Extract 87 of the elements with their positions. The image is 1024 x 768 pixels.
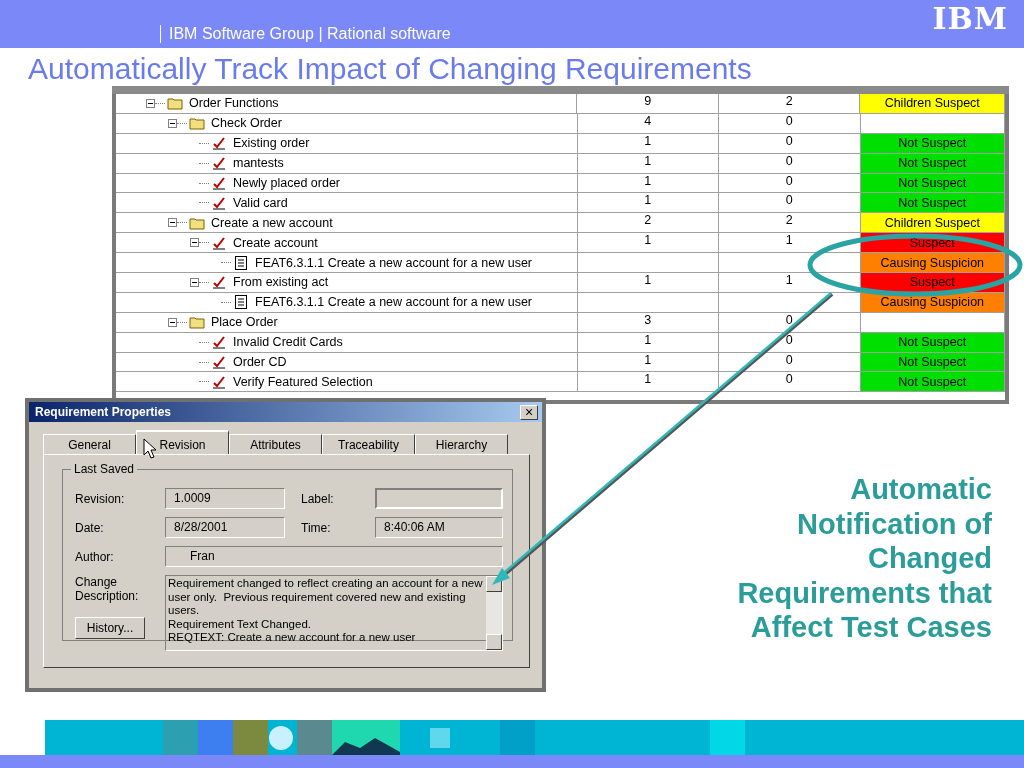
tab[interactable]: Hierarchy [415, 434, 508, 454]
table-cell: 1 [577, 352, 720, 373]
table-cell: 1 [719, 233, 861, 254]
tree-item-label[interactable]: Newly placed order [233, 176, 340, 190]
field-label: Author: [75, 549, 115, 564]
tree-item-label[interactable]: FEAT6.3.1.1 Create a new account for a new user [255, 295, 532, 310]
tree-item-label[interactable]: Existing order [233, 136, 310, 151]
tree-item-label[interactable]: Place Order [211, 315, 278, 330]
table-cell: 0 [719, 173, 861, 194]
table-cell: 0 [719, 352, 861, 373]
tree-item-label[interactable]: Create account [233, 235, 318, 250]
tree-item-label[interactable]: Verify Featured Selection [233, 374, 373, 389]
document-icon [233, 294, 249, 311]
status-cell: Causing Suspicion [860, 253, 1005, 273]
check-icon [211, 354, 227, 370]
table-cell: 9 [577, 94, 719, 114]
table-cell: 0 [719, 332, 861, 353]
folder-icon [189, 314, 205, 331]
folder-icon [167, 95, 183, 112]
tree-item-label[interactable]: Order Functions [189, 96, 279, 111]
input-field[interactable]: Fran [165, 546, 503, 567]
collapse-icon[interactable] [168, 118, 177, 128]
collapse-icon[interactable] [168, 317, 177, 327]
table-cell: 1 [577, 332, 720, 353]
table-cell: 2 [577, 213, 720, 234]
table-cell: 4 [577, 113, 720, 134]
group-label: Last Saved [71, 462, 138, 476]
collapse-icon[interactable] [190, 277, 199, 287]
table-cell: 1 [577, 153, 720, 174]
tab[interactable]: Attributes [229, 434, 322, 454]
status-cell: Children Suspect [860, 94, 1005, 114]
table-cell: 0 [719, 193, 861, 214]
callout-text: Automatic Notification of Changed Requirements that Affect Test Cases [736, 472, 992, 645]
table-cell: 3 [577, 312, 720, 333]
folder-icon [189, 115, 205, 132]
tab[interactable]: Traceability [322, 434, 415, 454]
scrollbar[interactable] [486, 576, 502, 650]
field-label: Revision: [75, 491, 126, 506]
field-label: Change Description: [75, 575, 140, 603]
input-field[interactable] [375, 488, 503, 509]
tree-item-label[interactable]: mantests [233, 156, 284, 171]
check-icon [211, 135, 227, 152]
check-icon [211, 334, 227, 351]
tree-item-label[interactable]: From existing act [233, 275, 329, 290]
collapse-icon[interactable] [168, 218, 177, 228]
table-cell: 1 [577, 273, 720, 293]
table-cell: 1 [577, 173, 720, 194]
input-field[interactable]: 1.0009 [165, 488, 285, 509]
table-cell: 0 [719, 312, 861, 333]
tree-item-label[interactable]: FEAT6.3.1.1 Create a new account for a new user [255, 255, 532, 270]
scroll-down-icon[interactable] [486, 634, 502, 650]
dialog-title: Requirement Properties [35, 405, 172, 419]
status-cell: Not Suspect [860, 193, 1005, 214]
slide-title: Automatically Track Impact of Changing Requirements [28, 52, 753, 86]
field-label: Label: [301, 491, 335, 506]
table-cell: 1 [719, 273, 861, 293]
check-icon [211, 155, 227, 172]
logo: IBM [932, 4, 1008, 34]
collapse-icon[interactable] [190, 238, 199, 248]
input-field[interactable]: 8:40:06 AM [375, 517, 503, 538]
close-button[interactable]: × [520, 404, 538, 420]
table-cell: 2 [719, 213, 861, 234]
tree-item-label[interactable]: Create a new account [211, 215, 333, 230]
tree-item-label[interactable]: Valid card [233, 195, 288, 210]
change-description-field[interactable]: Requirement changed to reflect creating an account for a new user only. Previous requirement covered new and existing users. Requirement Text Changed. REQTEXT: Create a new account for a new user [165, 575, 503, 651]
input-field[interactable]: 8/28/2001 [165, 517, 285, 538]
tree-item-label[interactable]: Order CD [233, 355, 287, 369]
table-cell: 0 [719, 153, 861, 174]
table-cell: 1 [577, 133, 720, 154]
header-breadcrumb: IBM Software Group | Rational software [160, 25, 451, 43]
tree-item-label[interactable]: Invalid Credit Cards [233, 335, 343, 350]
status-cell: Not Suspect [860, 372, 1005, 393]
table-cell: 0 [719, 133, 861, 154]
table-cell: 1 [577, 372, 720, 393]
check-icon [211, 175, 227, 191]
table-cell: 1 [577, 193, 720, 214]
table-cell: 0 [719, 113, 861, 134]
collapse-icon[interactable] [146, 98, 155, 108]
status-cell: Children Suspect [860, 213, 1005, 234]
history-button[interactable]: History... [75, 617, 145, 639]
field-label: Date: [75, 520, 105, 535]
tree-item-label[interactable]: Check Order [211, 116, 282, 131]
document-icon [233, 254, 249, 271]
field-label: Time: [301, 520, 332, 535]
table-cell: 1 [577, 233, 720, 254]
table-cell: 0 [719, 372, 861, 393]
check-icon [211, 274, 227, 291]
